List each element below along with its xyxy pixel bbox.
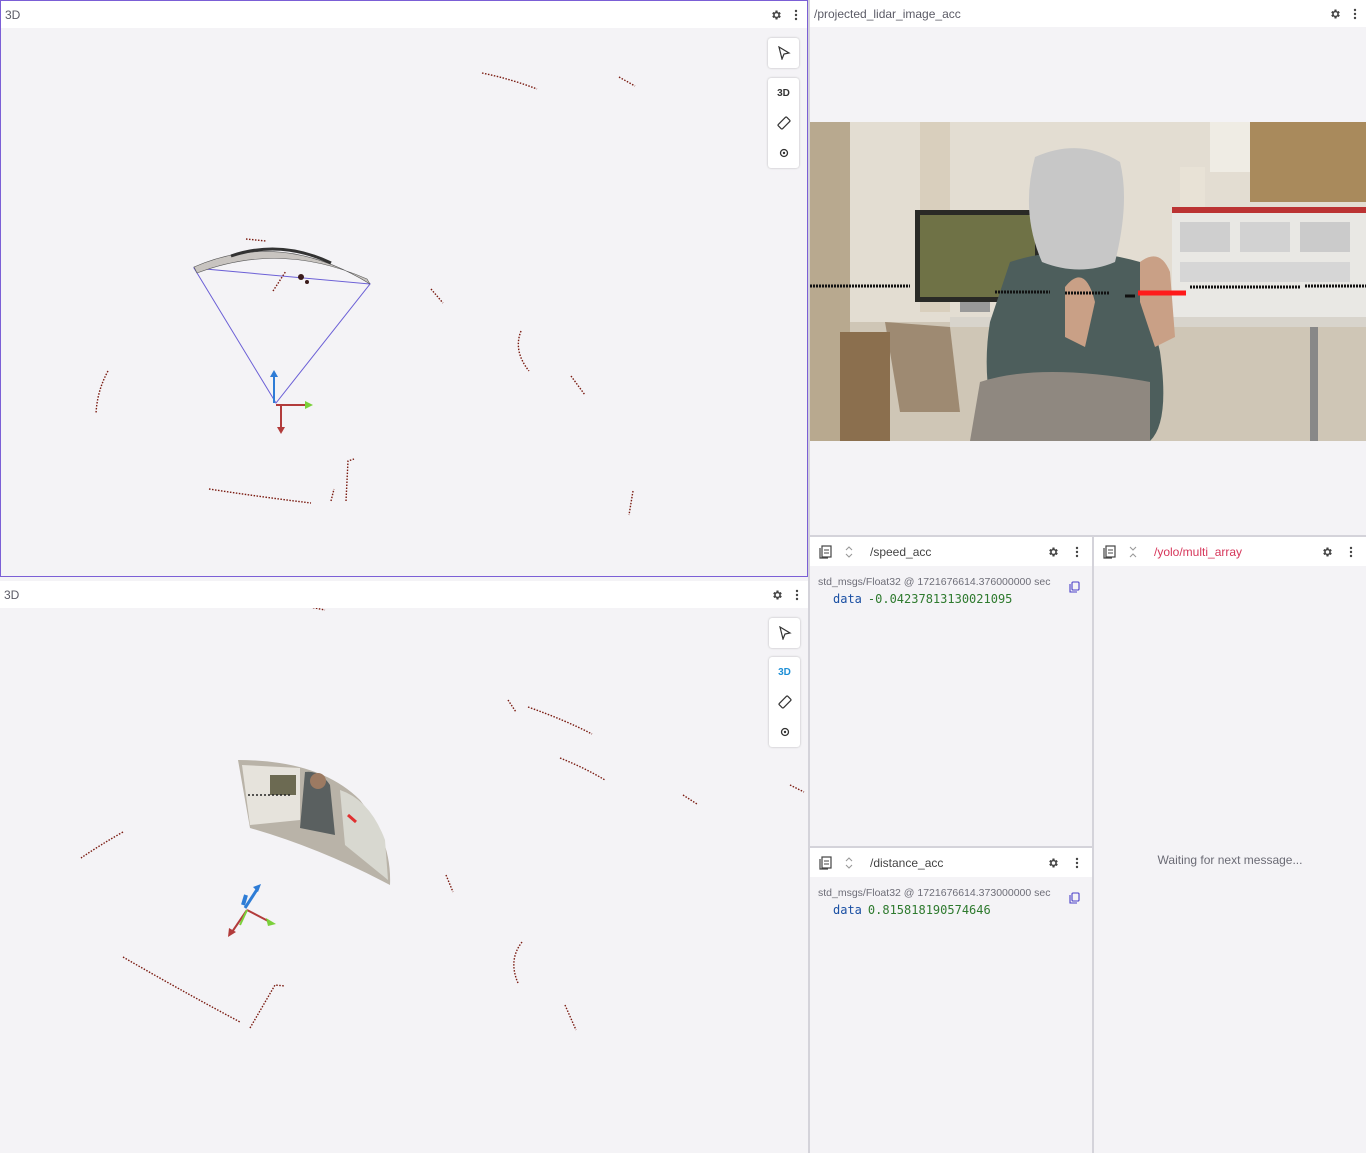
- image-arc: [193, 251, 371, 285]
- speed-raw-messages-panel[interactable]: /speed_acc std_msgs/Float32 @ 1721676614…: [810, 537, 1092, 846]
- anonymized-face: [1028, 148, 1124, 270]
- more-vert-icon[interactable]: [1070, 545, 1084, 559]
- select-tool-button[interactable]: [769, 618, 800, 648]
- gear-icon[interactable]: [770, 588, 784, 602]
- panel-toolbar: /speed_acc: [810, 537, 1092, 566]
- ruler-icon: [776, 116, 791, 130]
- ruler-button[interactable]: [768, 108, 799, 138]
- topic-path[interactable]: /yolo/multi_array: [1154, 545, 1310, 559]
- cursor-icon: [777, 46, 791, 60]
- 3d-side-tools-group: 3D: [769, 657, 800, 747]
- panel-toolbar: 3D: [1, 1, 807, 28]
- panel-toolbar: /distance_acc: [810, 848, 1092, 877]
- select-tool-button[interactable]: [768, 38, 799, 68]
- message-meta: std_msgs/Float32 @ 1721676614.373000000 …: [818, 887, 1051, 899]
- toggle-3d-button[interactable]: 3D: [768, 78, 799, 108]
- data-value: 0.815818190574646: [867, 903, 991, 917]
- data-value: -0.04237813130021095: [867, 592, 1013, 606]
- cursor-icon: [778, 626, 792, 640]
- message-data-row: data -0.04237813130021095: [833, 592, 1084, 606]
- publish-point-button[interactable]: [769, 717, 800, 747]
- unfold-icon[interactable]: [842, 856, 856, 870]
- top-3d-panel[interactable]: 3D 3D: [0, 0, 808, 577]
- publish-point-button[interactable]: [768, 138, 799, 168]
- target-icon: [779, 148, 788, 158]
- panel-toolbar: 3D: [0, 581, 808, 608]
- yolo-raw-messages-panel[interactable]: /yolo/multi_array Waiting for next messa…: [1094, 537, 1366, 1153]
- topic-path[interactable]: /distance_acc: [870, 856, 1036, 870]
- unfold-icon[interactable]: [842, 545, 856, 559]
- gear-icon[interactable]: [1328, 7, 1342, 21]
- 3d-side-tools: [768, 38, 799, 68]
- message-meta: std_msgs/Float32 @ 1721676614.376000000 …: [818, 576, 1051, 588]
- message-data-row: data 0.815818190574646: [833, 903, 1084, 917]
- ruler-icon: [777, 695, 792, 709]
- bottom-3d-panel[interactable]: 3D 3D: [0, 581, 808, 1153]
- more-vert-icon[interactable]: [789, 8, 803, 22]
- more-vert-icon[interactable]: [1348, 7, 1362, 21]
- panel-title: 3D: [4, 587, 20, 602]
- more-vert-icon[interactable]: [1344, 545, 1358, 559]
- target-icon: [780, 727, 789, 737]
- ruler-button[interactable]: [769, 687, 800, 717]
- data-key: data: [833, 903, 862, 917]
- panel-toolbar: /projected_lidar_image_acc: [810, 0, 1366, 27]
- data-key: data: [833, 592, 862, 606]
- waiting-message: Waiting for next message...: [1157, 853, 1303, 867]
- panel-title: /projected_lidar_image_acc: [814, 6, 961, 21]
- document-icon: [818, 544, 832, 559]
- document-icon: [818, 855, 832, 870]
- copy-icon[interactable]: [1069, 892, 1080, 907]
- 3d-scene[interactable]: [0, 608, 808, 1153]
- distance-raw-messages-panel[interactable]: /distance_acc std_msgs/Float32 @ 1721676…: [810, 848, 1092, 1153]
- gear-icon[interactable]: [1046, 856, 1060, 870]
- gear-icon[interactable]: [769, 8, 783, 22]
- camera-frustum: [193, 267, 371, 404]
- 3d-scene[interactable]: [1, 28, 807, 576]
- gear-icon[interactable]: [1046, 545, 1060, 559]
- copy-icon[interactable]: [1069, 581, 1080, 596]
- more-vert-icon[interactable]: [1070, 856, 1084, 870]
- lidar-points: [80, 608, 805, 1031]
- toggle-3d-button[interactable]: 3D: [769, 657, 800, 687]
- fold-icon[interactable]: [1126, 545, 1140, 559]
- panel-title: 3D: [5, 7, 21, 22]
- document-icon: [1102, 544, 1116, 559]
- message-body: std_msgs/Float32 @ 1721676614.376000000 …: [818, 575, 1084, 606]
- image-panel[interactable]: /projected_lidar_image_acc: [810, 0, 1366, 535]
- axes-gizmo: [228, 884, 276, 937]
- more-vert-icon[interactable]: [790, 588, 804, 602]
- gear-icon[interactable]: [1320, 545, 1334, 559]
- camera-image: [810, 122, 1366, 441]
- 3d-side-tools-group: 3D: [768, 78, 799, 168]
- message-body: std_msgs/Float32 @ 1721676614.373000000 …: [818, 886, 1084, 917]
- lidar-points: [95, 72, 636, 516]
- 3d-side-tools: [769, 618, 800, 648]
- panel-toolbar: /yolo/multi_array: [1094, 537, 1366, 566]
- topic-path[interactable]: /speed_acc: [870, 545, 1036, 559]
- projected-image-surface: [238, 760, 391, 885]
